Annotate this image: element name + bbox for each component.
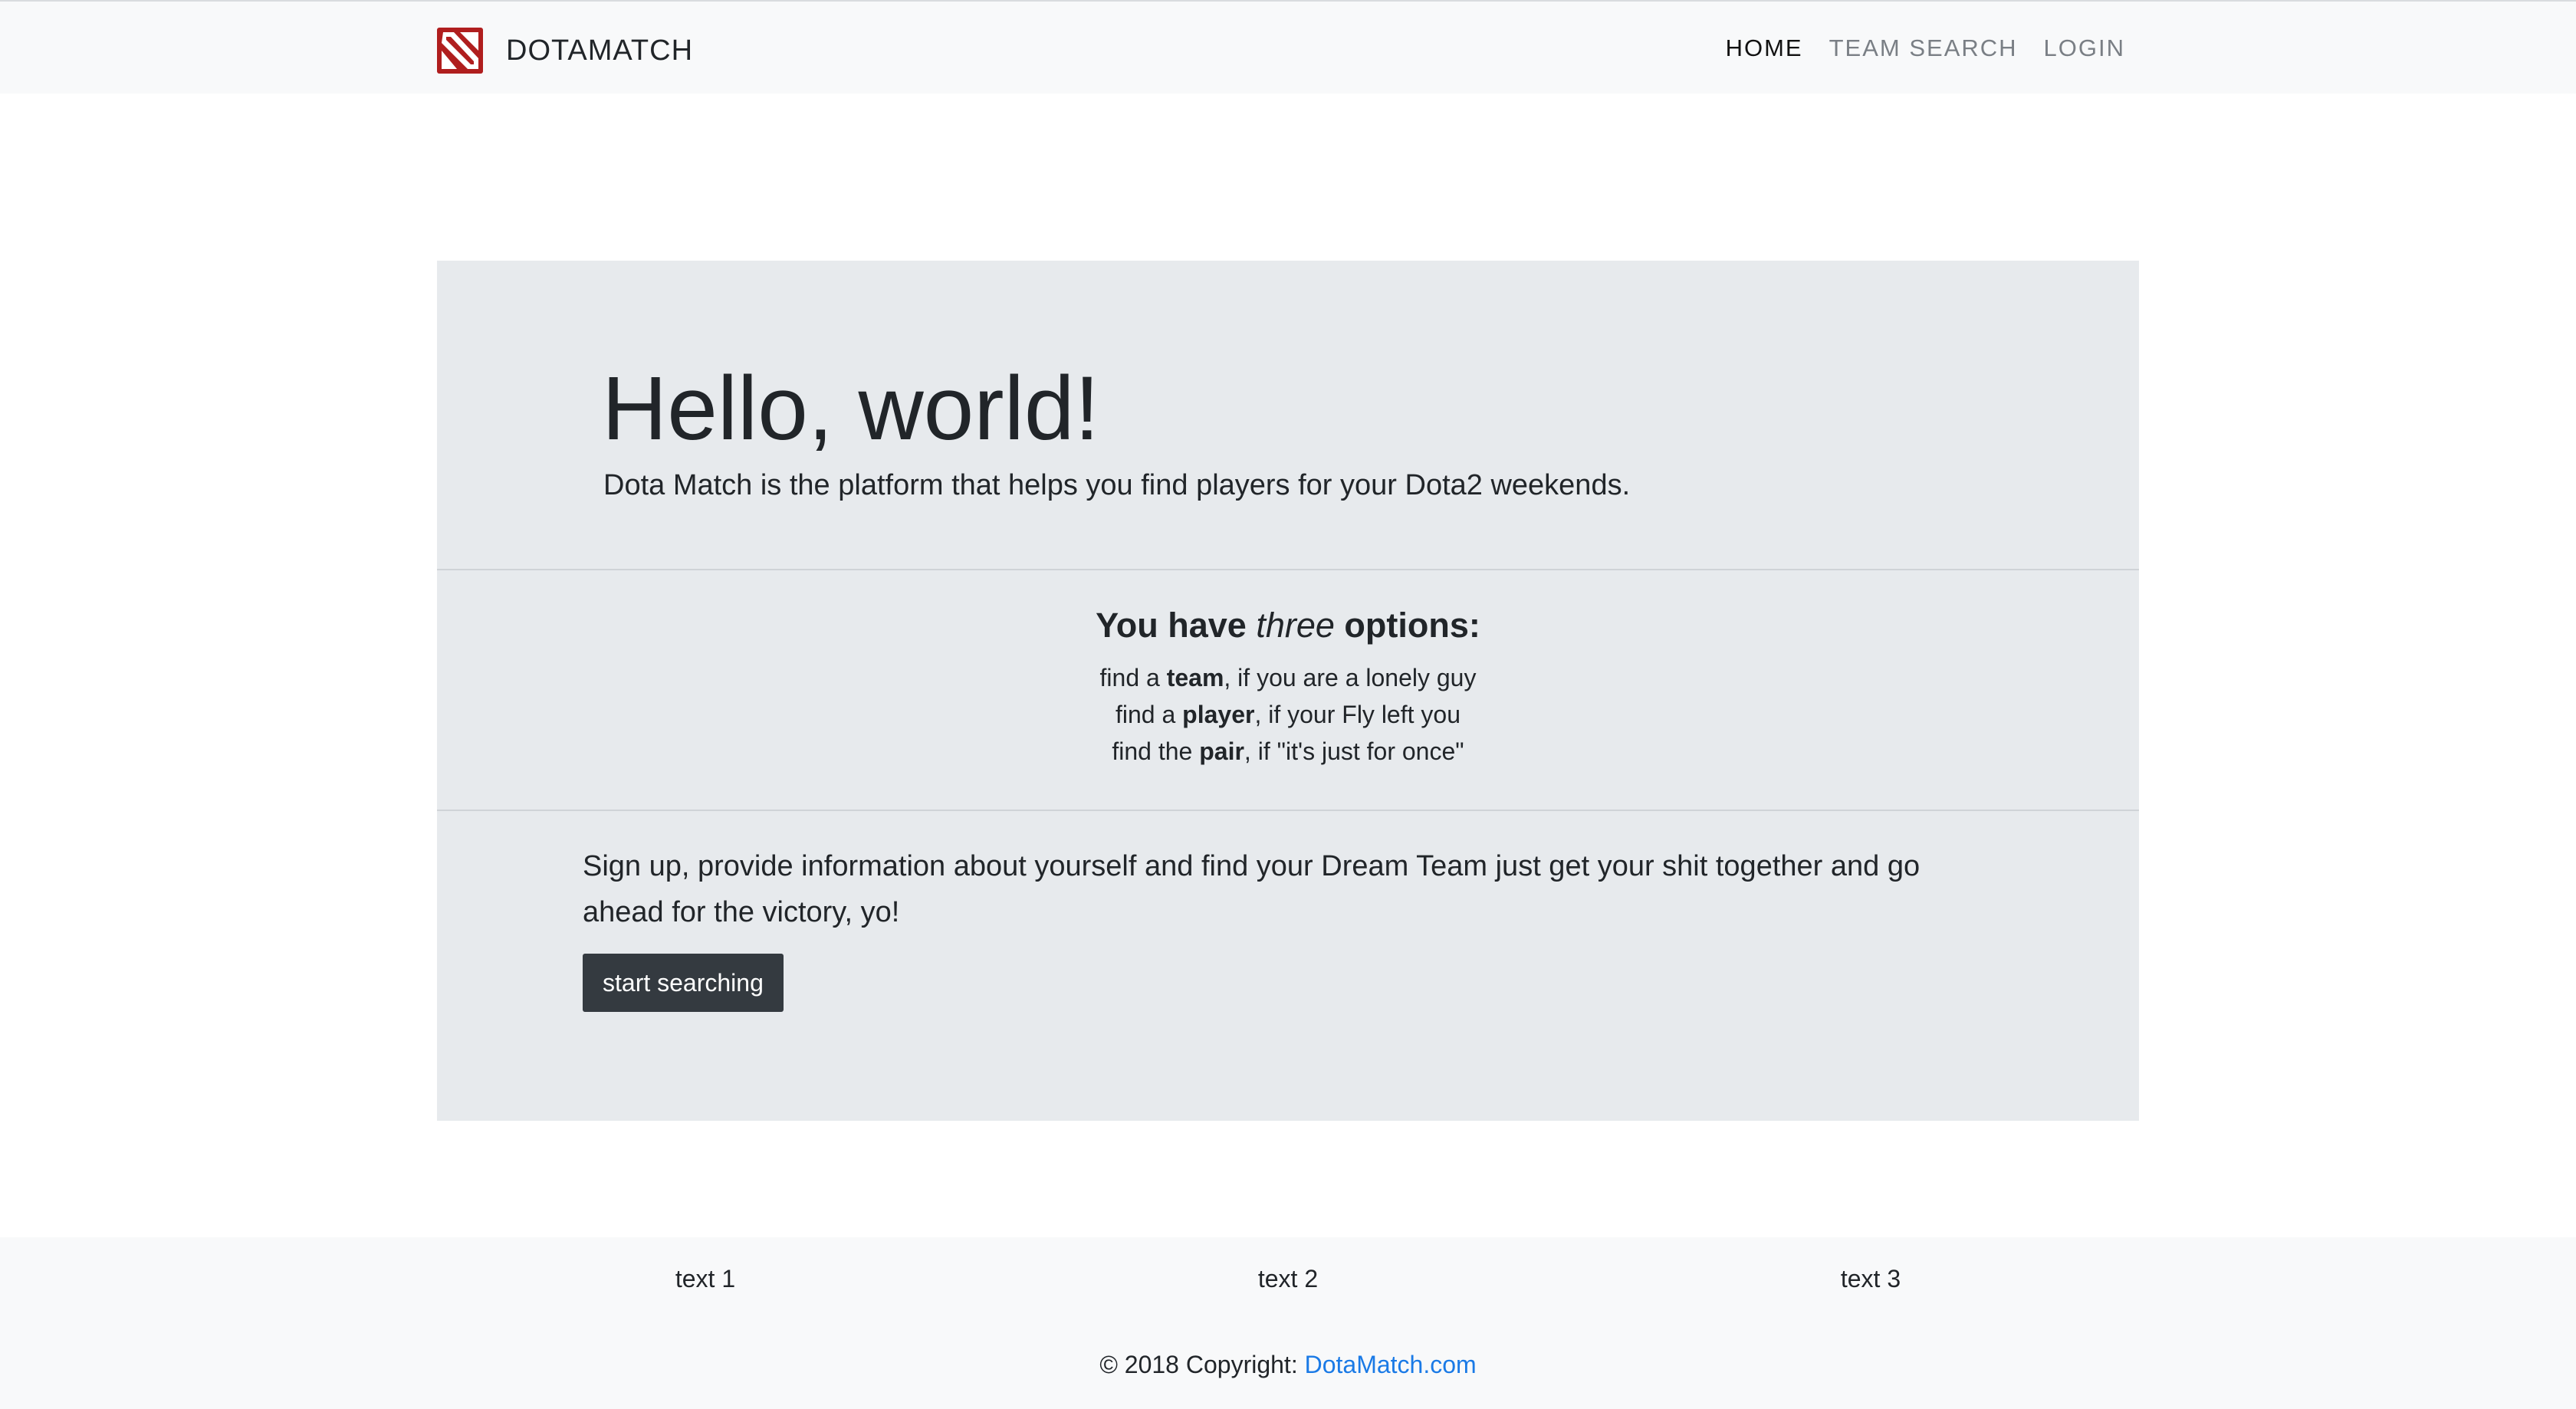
option-item-player: find a player, if your Fly left you xyxy=(437,696,2139,733)
option-prefix: find a xyxy=(1116,701,1183,728)
option-suffix: , if you are a lonely guy xyxy=(1224,664,1477,691)
option-keyword: pair xyxy=(1199,737,1244,765)
footer-column-3: text 3 xyxy=(1840,1265,1901,1292)
brand-link[interactable]: DOTAMATCH xyxy=(437,28,693,74)
nav-home[interactable]: HOME xyxy=(1726,34,1803,62)
brand-name: DOTAMATCH xyxy=(506,34,694,67)
hero-section: Hello, world! Dota Match is the platform… xyxy=(602,358,1631,502)
options-title: You have three options: xyxy=(437,606,2139,645)
jumbotron: Hello, world! Dota Match is the platform… xyxy=(437,261,2139,1121)
signup-section: Sign up, provide information about yours… xyxy=(583,843,1963,1012)
nav-team-search[interactable]: TEAM SEARCH xyxy=(1829,34,2018,62)
option-item-team: find a team, if you are a lonely guy xyxy=(437,659,2139,696)
divider xyxy=(437,569,2139,570)
option-prefix: find the xyxy=(1112,737,1200,765)
hero-title: Hello, world! xyxy=(602,358,1100,459)
footer-column-1: text 1 xyxy=(675,1265,736,1292)
top-navbar: DOTAMATCH HOME TEAM SEARCH LOGIN xyxy=(0,0,2576,94)
footer: text 1 text 2 text 3 © 2018 Copyright: D… xyxy=(0,1237,2576,1409)
main-nav: HOME TEAM SEARCH LOGIN xyxy=(1726,34,2125,62)
options-section: You have three options: find a team, if … xyxy=(437,606,2139,770)
copyright-link[interactable]: DotaMatch.com xyxy=(1305,1351,1477,1378)
option-prefix: find a xyxy=(1099,664,1167,691)
option-item-pair: find the pair, if "it's just for once" xyxy=(437,733,2139,770)
options-title-suffix: options: xyxy=(1334,606,1480,645)
dota-logo-icon xyxy=(437,28,483,74)
option-keyword: team xyxy=(1166,664,1224,691)
copyright-text: © 2018 Copyright: xyxy=(1099,1351,1305,1378)
start-searching-button[interactable]: start searching xyxy=(583,954,784,1012)
signup-text: Sign up, provide information about yours… xyxy=(583,850,1921,928)
copyright: © 2018 Copyright: DotaMatch.com xyxy=(0,1351,2576,1379)
hero-lead: Dota Match is the platform that helps yo… xyxy=(603,468,1631,501)
options-title-prefix: You have xyxy=(1096,606,1257,645)
options-list: find a team, if you are a lonely guy fin… xyxy=(437,659,2139,770)
nav-login[interactable]: LOGIN xyxy=(2044,34,2125,62)
option-keyword: player xyxy=(1182,701,1255,728)
option-suffix: , if "it's just for once" xyxy=(1244,737,1464,765)
options-title-emphasis: three xyxy=(1256,606,1335,645)
footer-column-2: text 2 xyxy=(1257,1265,1319,1292)
option-suffix: , if your Fly left you xyxy=(1254,701,1460,728)
divider xyxy=(437,810,2139,811)
